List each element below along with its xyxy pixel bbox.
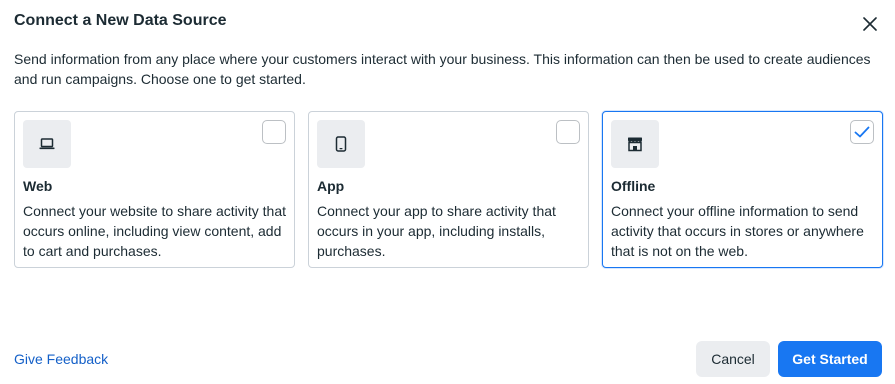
- card-icon-container: [23, 120, 71, 168]
- data-source-options: Web Connect your website to share activi…: [14, 111, 883, 268]
- checkmark-icon: [854, 126, 870, 138]
- card-title: Offline: [611, 178, 656, 194]
- card-checkbox[interactable]: [556, 120, 580, 144]
- laptop-icon: [39, 138, 55, 150]
- data-source-card-app[interactable]: App Connect your app to share activity t…: [308, 111, 589, 268]
- card-description: Connect your website to share activity t…: [23, 203, 287, 259]
- give-feedback-link[interactable]: Give Feedback: [14, 351, 108, 367]
- store-icon: [628, 137, 642, 152]
- card-title: App: [317, 178, 345, 194]
- card-description: Connect your offline information to send…: [611, 203, 864, 259]
- data-source-card-offline[interactable]: Offline Connect your offline information…: [602, 111, 883, 268]
- phone-icon: [335, 136, 347, 152]
- connect-data-source-dialog: Connect a New Data Source Send informati…: [0, 0, 895, 384]
- card-title: Web: [23, 178, 53, 194]
- cancel-button[interactable]: Cancel: [696, 341, 770, 377]
- dialog-title: Connect a New Data Source: [14, 12, 227, 29]
- close-button[interactable]: [858, 12, 882, 36]
- card-description: Connect your app to share activity that …: [317, 203, 556, 259]
- card-icon-container: [611, 120, 659, 168]
- dialog-description: Send information from any place where yo…: [14, 51, 871, 87]
- card-checkbox[interactable]: [262, 120, 286, 144]
- card-checkbox-checked[interactable]: [850, 120, 874, 144]
- card-icon-container: [317, 120, 365, 168]
- close-icon: [863, 17, 877, 31]
- data-source-card-web[interactable]: Web Connect your website to share activi…: [14, 111, 295, 268]
- get-started-button[interactable]: Get Started: [778, 341, 882, 377]
